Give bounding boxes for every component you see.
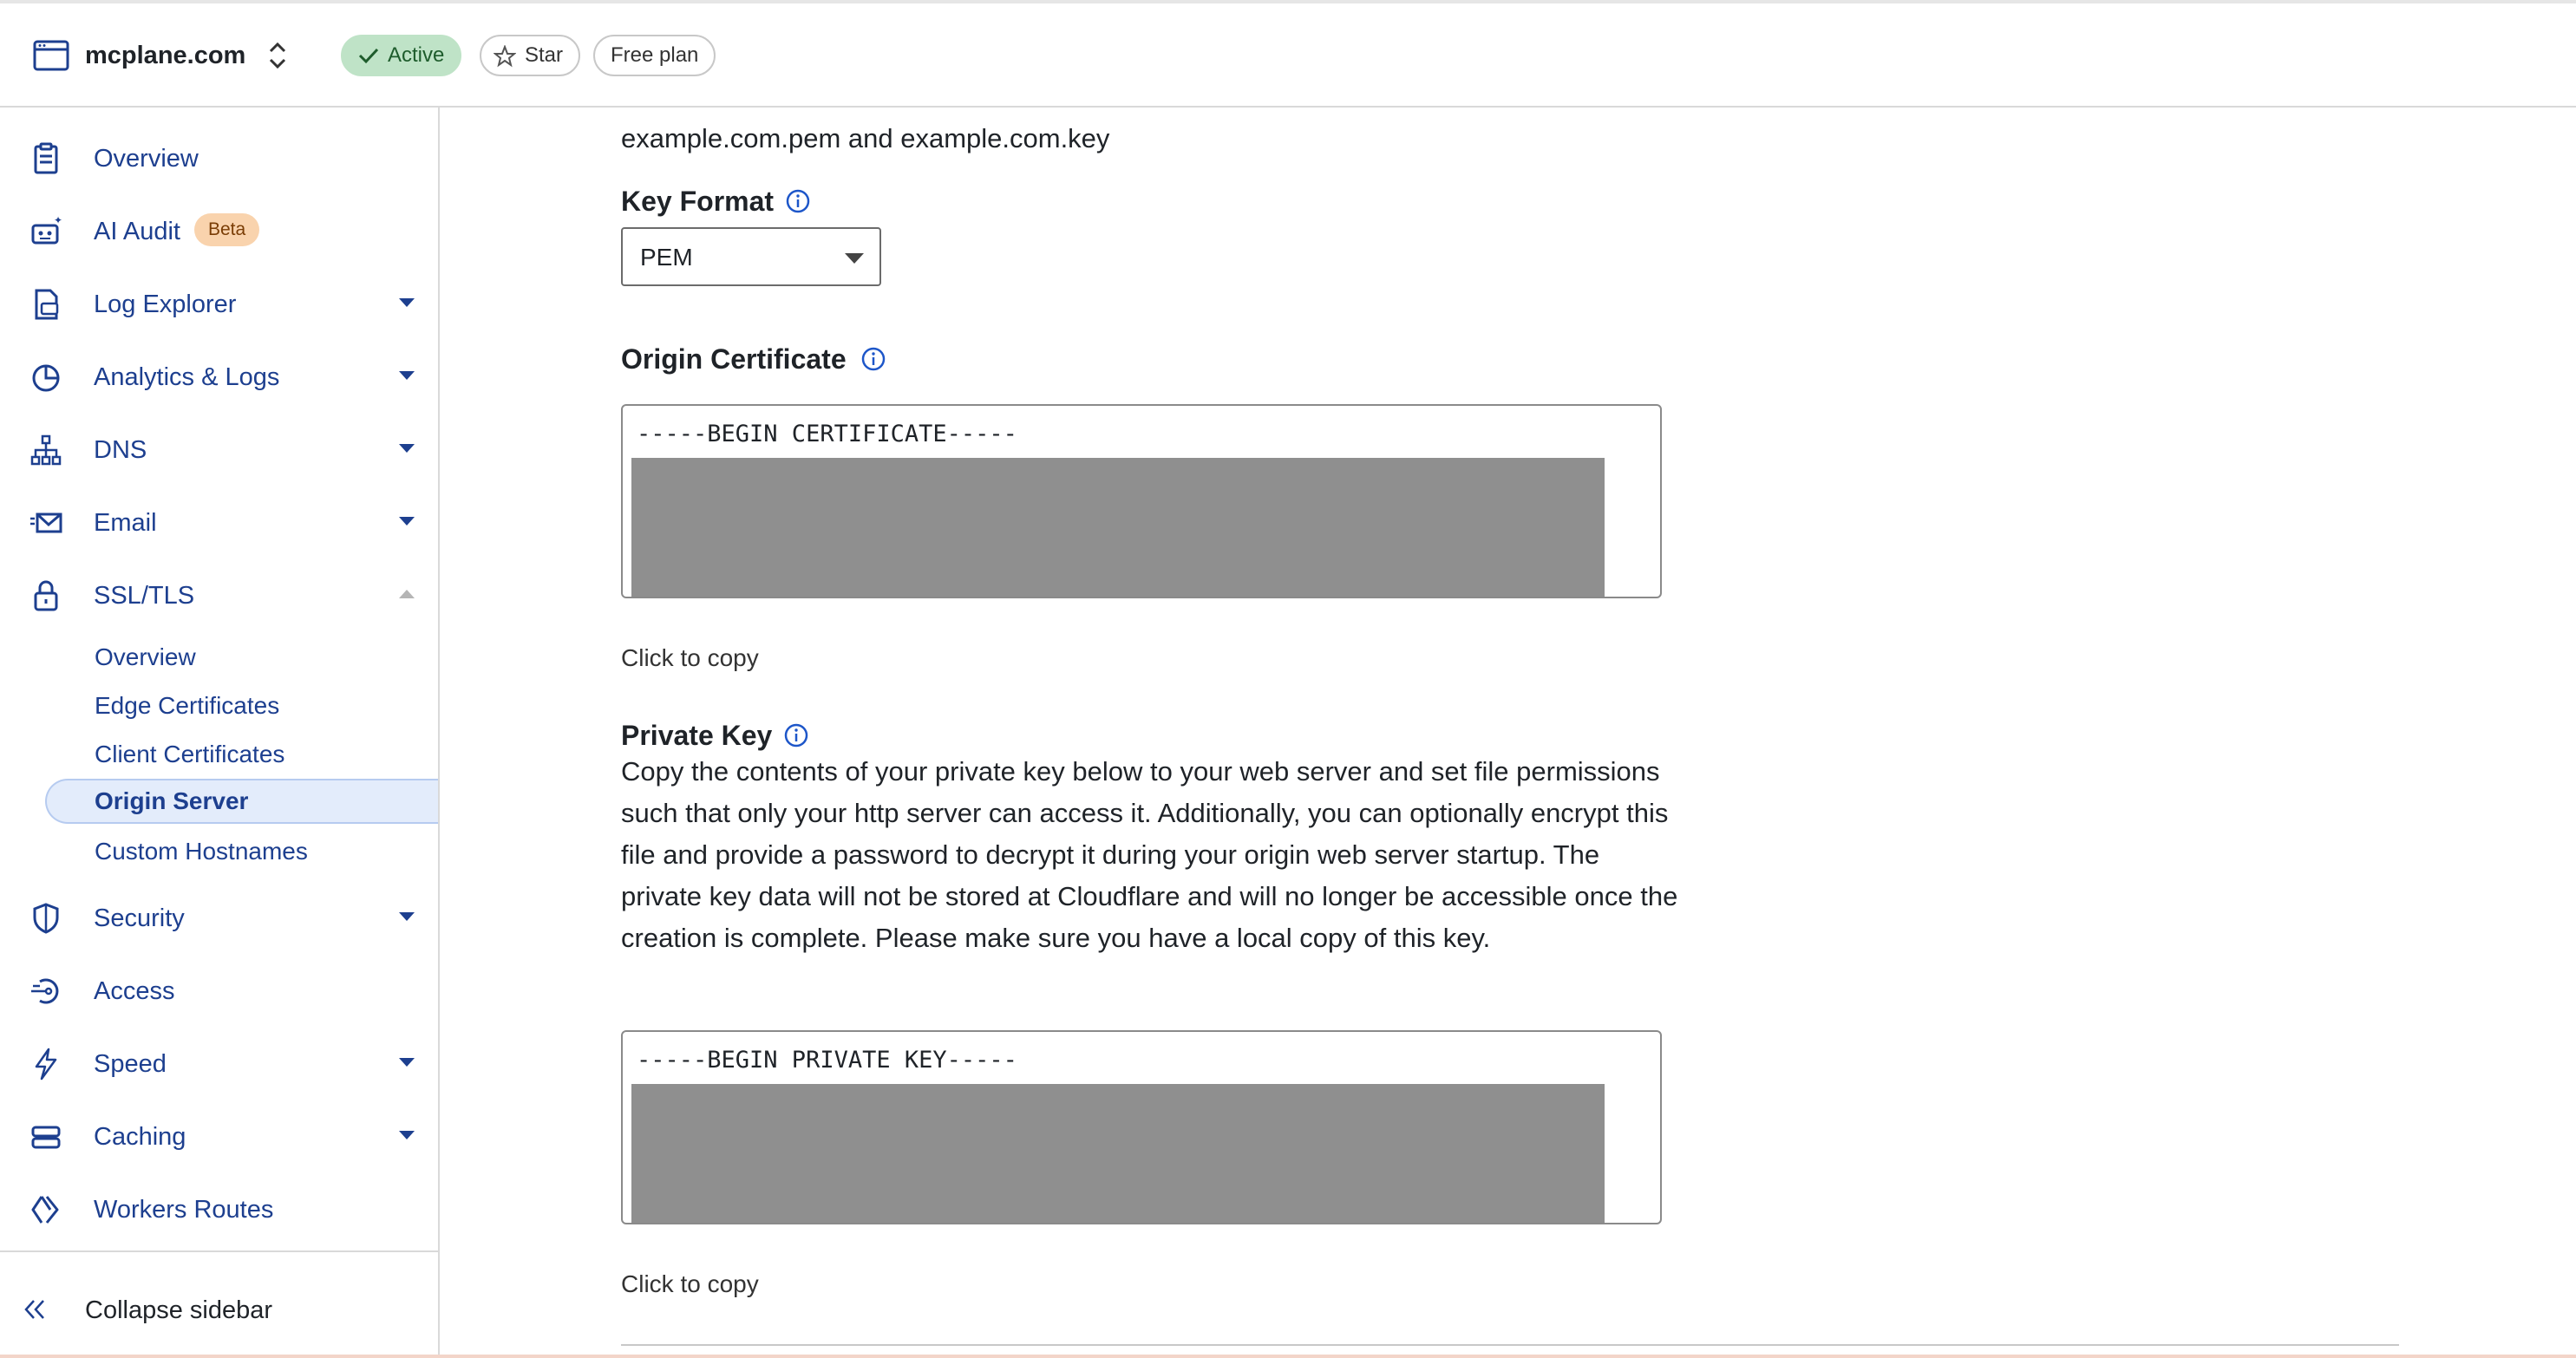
sidebar-item-ssl-tls[interactable]: SSL/TLS [0, 569, 438, 621]
chevron-down-icon[interactable] [399, 912, 415, 921]
chevron-down-icon[interactable] [399, 444, 415, 453]
key-format-title: Key Format [621, 186, 775, 217]
ssl-subitem-overview[interactable]: Overview [45, 635, 438, 680]
checkmark-icon [358, 48, 379, 64]
sidebar-item-label: Speed [94, 1050, 167, 1078]
server-stack-icon [31, 1126, 61, 1149]
key-format-select[interactable]: PEM [621, 227, 881, 286]
workers-icon [31, 1196, 59, 1224]
section-divider [621, 1344, 2399, 1346]
log-file-icon [35, 289, 59, 320]
chevron-up-down-icon[interactable] [265, 38, 291, 73]
intro-text-tail: example.com.pem and example.com.key [621, 123, 1110, 153]
sidebar-item-email[interactable]: Email [0, 496, 438, 548]
sidebar: Overview ✦ AI Audit Beta Log Explorer An… [0, 108, 440, 1358]
chevron-down-icon[interactable] [399, 371, 415, 380]
lock-icon [34, 580, 58, 611]
lightning-icon [35, 1048, 57, 1081]
site-name[interactable]: mcplane.com [85, 40, 245, 71]
bottom-border [0, 1355, 2576, 1358]
origin-certificate-title: Origin Certificate [621, 343, 847, 375]
pie-chart-icon [32, 364, 60, 392]
chevron-down-icon[interactable] [399, 1131, 415, 1139]
clipboard-icon [34, 142, 58, 174]
svg-text:✦: ✦ [54, 215, 62, 226]
private-key-textarea[interactable]: -----BEGIN PRIVATE KEY----- [621, 1030, 1662, 1224]
ssl-subitem-label: Custom Hostnames [95, 838, 308, 865]
status-badge-label: Active [388, 43, 445, 67]
private-key-first-line: -----BEGIN PRIVATE KEY----- [637, 1047, 1017, 1074]
envelope-icon [30, 513, 62, 533]
sidebar-item-overview[interactable]: Overview [0, 132, 438, 184]
plan-badge-label: Free plan [611, 43, 699, 67]
sidebar-item-ai-audit[interactable]: ✦ AI Audit Beta [0, 205, 438, 257]
sidebar-item-label: AI Audit [94, 218, 180, 245]
sidebar-item-label: Log Explorer [94, 291, 237, 318]
double-chevron-left-icon [24, 1300, 44, 1319]
robot-icon: ✦ [31, 215, 62, 245]
sidebar-item-speed[interactable]: Speed [0, 1037, 438, 1089]
sidebar-item-label: Email [94, 509, 157, 537]
ssl-subitem-edge-certificates[interactable]: Edge Certificates [45, 683, 438, 728]
network-icon [30, 434, 62, 466]
sidebar-item-label: Caching [94, 1123, 186, 1151]
sidebar-item-caching[interactable]: Caching [0, 1110, 438, 1162]
ssl-subitem-label: Edge Certificates [95, 692, 280, 719]
copy-private-key-button[interactable]: Click to copy [621, 1270, 759, 1299]
star-button[interactable]: Star [480, 35, 581, 76]
chevron-up-icon[interactable] [399, 590, 415, 598]
sidebar-item-label: Analytics & Logs [94, 363, 280, 391]
ssl-subitem-label: Client Certificates [95, 741, 285, 767]
sidebar-item-access[interactable]: Access [0, 964, 438, 1016]
sidebar-item-label: Workers Routes [94, 1196, 274, 1224]
sidebar-item-label: DNS [94, 436, 147, 464]
sidebar-item-log-explorer[interactable]: Log Explorer [0, 277, 438, 330]
main-content: example.com.pem and example.com.key Key … [441, 108, 2576, 1358]
sidebar-item-analytics[interactable]: Analytics & Logs [0, 350, 438, 402]
sidebar-item-dns[interactable]: DNS [0, 423, 438, 475]
chevron-down-icon[interactable] [399, 517, 415, 526]
chevron-down-icon [845, 253, 864, 264]
status-badge: Active [341, 35, 462, 76]
certificate-first-line: -----BEGIN CERTIFICATE----- [637, 421, 1017, 447]
plan-badge[interactable]: Free plan [593, 35, 716, 76]
chevron-down-icon[interactable] [399, 298, 415, 307]
sidebar-item-security[interactable]: Security [0, 891, 438, 943]
chevron-down-icon[interactable] [399, 1058, 415, 1067]
star-button-label: Star [525, 43, 564, 67]
origin-certificate-textarea[interactable]: -----BEGIN CERTIFICATE----- [621, 404, 1662, 598]
sidebar-item-label: Access [94, 977, 175, 1005]
sidebar-item-label: Security [94, 904, 185, 932]
access-icon [31, 978, 59, 1004]
private-key-description: Copy the contents of your private key be… [621, 756, 1678, 953]
ssl-subitem-custom-hostnames[interactable]: Custom Hostnames [45, 829, 438, 874]
sidebar-item-label: SSL/TLS [94, 582, 195, 610]
info-icon[interactable] [784, 723, 808, 748]
collapse-sidebar-label: Collapse sidebar [85, 1296, 273, 1324]
redacted-block [631, 1084, 1605, 1223]
beta-badge: Beta [194, 213, 260, 246]
ssl-subitem-label: Origin Server [95, 787, 249, 814]
zone-header: mcplane.com Active Star Free plan [0, 3, 2576, 108]
info-icon[interactable] [786, 189, 810, 213]
ssl-subitem-client-certificates[interactable]: Client Certificates [45, 732, 438, 777]
browser-window-icon [33, 40, 69, 71]
sidebar-item-label: Overview [94, 145, 199, 173]
info-icon[interactable] [861, 347, 886, 371]
private-key-title: Private Key [621, 720, 773, 751]
shield-icon [33, 903, 59, 934]
ssl-subitem-label: Overview [95, 643, 196, 670]
sidebar-item-workers-routes[interactable]: Workers Routes [0, 1183, 438, 1235]
key-format-value: PEM [640, 244, 693, 271]
ssl-subitem-origin-server[interactable]: Origin Server [45, 779, 438, 824]
redacted-block [631, 458, 1605, 597]
star-icon [494, 45, 516, 68]
copy-certificate-button[interactable]: Click to copy [621, 643, 759, 673]
collapse-sidebar-button[interactable]: Collapse sidebar [0, 1250, 438, 1358]
